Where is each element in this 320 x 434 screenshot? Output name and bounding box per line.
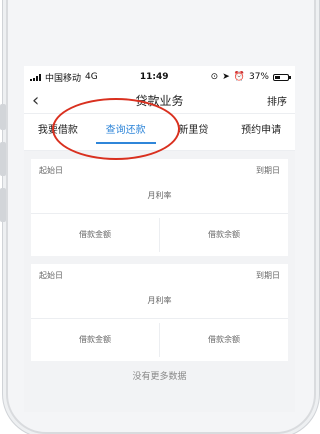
carrier-name: 中国移动 xyxy=(45,73,82,84)
battery-percent: 37% xyxy=(248,72,269,82)
loan-card[interactable]: 起始日 到期日 月利率 借款金额 借款余额 xyxy=(31,159,288,256)
network-type: 4G xyxy=(85,72,98,82)
navigation-bar: ‹ 贷款业务 排序 xyxy=(24,88,295,114)
no-more-data-text: 没有更多数据 xyxy=(132,372,187,382)
status-bar: 中国移动 4G 11:49 ⊙ ➤ ⏰ 37% xyxy=(24,66,295,88)
loan-balance-label: 借款余额 xyxy=(208,335,240,344)
alarm-icon: ⏰ xyxy=(233,72,245,82)
phone-volume-down-button xyxy=(0,188,6,222)
loan-amount-label: 借款金额 xyxy=(79,335,111,344)
loan-amount-label: 借款金额 xyxy=(79,230,111,239)
tab-bar: 我要借款 查询还款 新里贷 预约申请 xyxy=(24,114,295,151)
location-icon: ➤ xyxy=(222,72,230,82)
phone-volume-up-button xyxy=(0,142,6,176)
monthly-rate-label: 月利率 xyxy=(31,286,288,319)
battery-icon xyxy=(272,73,291,81)
page-title: 贷款业务 xyxy=(135,94,184,108)
end-date-label: 到期日 xyxy=(256,271,280,280)
tab-appointment[interactable]: 预约申请 xyxy=(227,114,295,150)
clock: 11:49 xyxy=(139,72,169,82)
start-date-label: 起始日 xyxy=(39,166,63,175)
back-chevron-icon[interactable]: ‹ xyxy=(32,91,62,110)
signal-icon xyxy=(30,73,41,81)
orientation-lock-icon: ⊙ xyxy=(210,72,219,82)
tab-query-repayment[interactable]: 查询还款 xyxy=(92,114,160,150)
tab-xinli-loan[interactable]: 新里贷 xyxy=(160,114,228,150)
monthly-rate-label: 月利率 xyxy=(31,181,288,214)
end-date-label: 到期日 xyxy=(256,166,280,175)
loan-balance-label: 借款余额 xyxy=(208,230,240,239)
sort-button[interactable]: 排序 xyxy=(257,93,287,108)
phone-side-button xyxy=(0,104,6,130)
phone-screen: 中国移动 4G 11:49 ⊙ ➤ ⏰ 37% ‹ 贷款业务 排序 我要借款 查… xyxy=(24,66,295,412)
start-date-label: 起始日 xyxy=(39,271,63,280)
tab-borrow[interactable]: 我要借款 xyxy=(24,114,92,150)
loan-card[interactable]: 起始日 到期日 月利率 借款金额 借款余额 xyxy=(31,264,288,361)
